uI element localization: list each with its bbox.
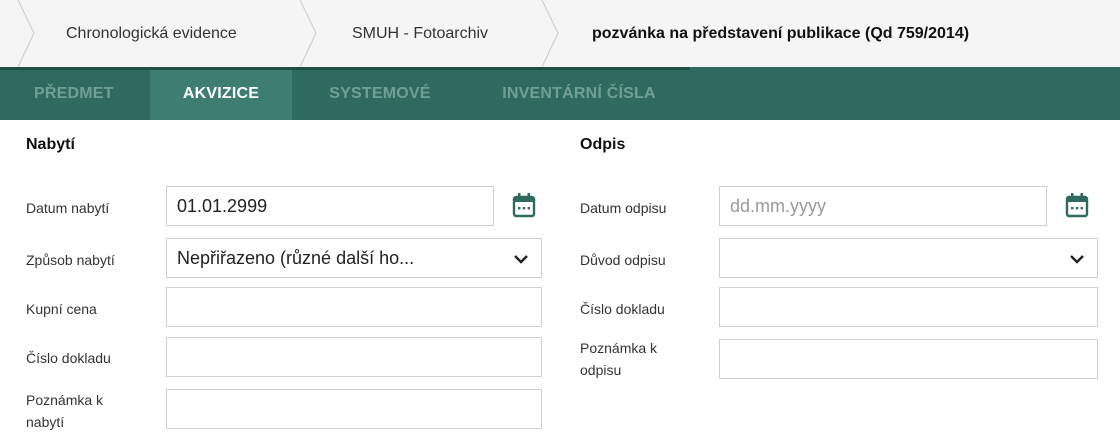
breadcrumb-separator xyxy=(541,0,559,67)
label-zpusob-nabyti: Způsob nabytí xyxy=(26,252,115,268)
label-poznamka-nabyti: Poznámka k nabytí xyxy=(26,389,103,432)
tab-akvizice[interactable]: AKVIZICE xyxy=(150,67,292,120)
breadcrumb: Chronologická evidence SMUH - Fotoarchiv… xyxy=(0,0,1120,67)
tab-label: PŘEDMET xyxy=(34,84,114,102)
calendar-icon[interactable] xyxy=(1065,192,1089,218)
zpusob-nabyti-value: Nepřiřazeno (různé další ho... xyxy=(177,247,415,268)
poznamka-odpisu-input[interactable] xyxy=(719,339,1098,379)
section-title-nabyti: Nabytí xyxy=(26,136,75,153)
datum-odpisu-input[interactable]: dd.mm.yyyy xyxy=(719,186,1047,226)
breadcrumb-separator xyxy=(299,0,317,67)
label-duvod-odpisu: Důvod odpisu xyxy=(580,252,666,268)
label-datum-odpisu: Datum odpisu xyxy=(580,200,667,216)
cislo-dokladu-nabyti-input[interactable] xyxy=(166,337,542,377)
label-cislo-dokladu-nabyti: Číslo dokladu xyxy=(26,350,111,366)
label-datum-nabyti: Datum nabytí xyxy=(26,200,110,216)
section-title-odpis: Odpis xyxy=(580,136,626,153)
tab-label: AKVIZICE xyxy=(182,84,260,102)
label-line: Poznámka k xyxy=(26,392,104,408)
zpusob-nabyti-select[interactable]: Nepřiřazeno (různé další ho... xyxy=(166,238,542,278)
poznamka-nabyti-input[interactable] xyxy=(166,389,542,429)
cislo-dokladu-odpisu-input[interactable] xyxy=(719,287,1098,327)
calendar-icon[interactable] xyxy=(512,192,536,218)
tab-label: SYSTEMOVÉ xyxy=(329,84,431,102)
label-kupni-cena: Kupní cena xyxy=(26,301,97,317)
chevron-down-icon xyxy=(1070,255,1084,264)
tab-label: INVENTÁRNÍ ČÍSLA xyxy=(502,84,656,102)
label-poznamka-odpisu: Poznámka k odpisu xyxy=(580,337,657,381)
label-line: Poznámka k xyxy=(580,340,658,356)
breadcrumb-item-smuh-fotoarchiv[interactable]: SMUH - Fotoarchiv xyxy=(352,0,488,67)
tab-systemove[interactable]: SYSTEMOVÉ xyxy=(292,67,468,120)
datum-nabyti-input[interactable]: 01.01.2999 xyxy=(166,186,494,226)
tab-bar-topline xyxy=(0,67,690,70)
label-line: nabytí xyxy=(26,414,65,430)
tab-predmet[interactable]: PŘEDMET xyxy=(0,67,150,120)
breadcrumb-item-chronologicka-evidence[interactable]: Chronologická evidence xyxy=(66,0,237,67)
tab-bar: PŘEDMET AKVIZICE SYSTEMOVÉ INVENTÁRNÍ ČÍ… xyxy=(0,67,1120,120)
duvod-odpisu-select[interactable] xyxy=(719,238,1098,278)
chevron-down-icon xyxy=(514,255,528,264)
breadcrumb-item-current: pozvánka na představení publikace (Qd 75… xyxy=(592,24,970,42)
kupni-cena-input[interactable] xyxy=(166,287,542,327)
label-line: odpisu xyxy=(580,362,622,378)
tab-inventarni-cisla[interactable]: INVENTÁRNÍ ČÍSLA xyxy=(468,67,690,120)
breadcrumb-start-chevron xyxy=(17,0,35,67)
label-cislo-dokladu-odpisu: Číslo dokladu xyxy=(580,301,665,317)
